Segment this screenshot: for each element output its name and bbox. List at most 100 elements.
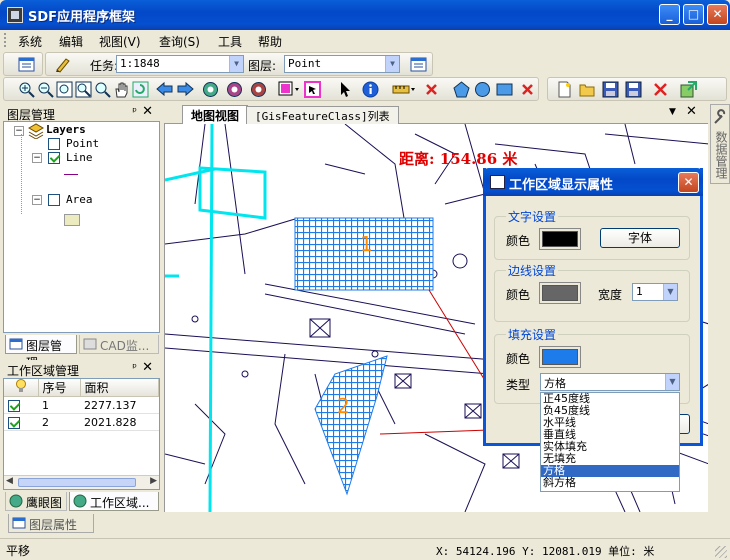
maximize-button[interactable]: □ xyxy=(683,4,704,25)
zoom-out-icon[interactable] xyxy=(37,81,54,98)
new-file-icon[interactable] xyxy=(556,81,573,98)
table-row[interactable]: 2 2021.828 xyxy=(4,413,159,431)
tab-dropdown-icon[interactable]: ▼ xyxy=(669,107,676,117)
tab-eagle-label: 鹰眼图 xyxy=(26,496,63,510)
lightbulb-icon xyxy=(15,379,26,392)
horizontal-scrollbar[interactable]: ◀ ▶ xyxy=(4,475,159,489)
scroll-thumb[interactable] xyxy=(18,478,136,487)
tab-work-area[interactable]: 工作区域... xyxy=(69,492,159,511)
info-icon[interactable] xyxy=(362,81,379,98)
delete-x-icon[interactable] xyxy=(423,81,440,98)
row-area: 2021.828 xyxy=(80,413,159,431)
tree-collapse-icon[interactable]: − xyxy=(32,195,42,205)
delete-shape-icon[interactable] xyxy=(519,81,536,98)
back-arrow-icon[interactable] xyxy=(156,81,173,98)
polygon-icon[interactable] xyxy=(453,81,470,98)
layer-line-checkbox[interactable] xyxy=(48,152,60,164)
left-bottom-tabs: 鹰眼图 工作区域... xyxy=(3,492,161,512)
chevron-down-icon[interactable]: ▼ xyxy=(385,56,399,72)
tab-map-view[interactable]: 地图视图 xyxy=(182,105,249,125)
globe-zoom-icon[interactable] xyxy=(226,81,243,98)
menu-edit[interactable]: 编辑 xyxy=(59,33,83,50)
scroll-right-icon[interactable]: ▶ xyxy=(150,476,157,486)
globe-center-icon[interactable] xyxy=(250,81,267,98)
tab-layer-manager[interactable]: 图层管理 xyxy=(5,335,77,370)
circle-icon[interactable] xyxy=(474,81,491,98)
task-select[interactable]: 1:1848 ▼ xyxy=(116,55,244,73)
forward-arrow-icon[interactable] xyxy=(177,81,194,98)
refresh-icon[interactable] xyxy=(132,81,149,98)
select-box-icon[interactable] xyxy=(304,81,321,98)
menu-help[interactable]: 帮助 xyxy=(258,33,282,50)
rectangle-icon[interactable] xyxy=(496,81,513,98)
pan-hand-icon[interactable] xyxy=(113,81,130,98)
data-manager-side-tab[interactable]: 数据管理 xyxy=(710,104,730,184)
dialog-title-bar: 工作区域显示属性 ✕ xyxy=(483,168,703,196)
tab-cad-monitor[interactable]: CAD监... xyxy=(79,335,159,354)
font-button[interactable]: 字体 xyxy=(600,228,680,248)
pen-icon[interactable] xyxy=(54,56,71,73)
layer-area-checkbox[interactable] xyxy=(48,194,60,206)
work-area-2[interactable] xyxy=(314,355,388,496)
list-item[interactable]: 斜方格 xyxy=(541,477,679,489)
close-panel-icon[interactable]: ✕ xyxy=(142,360,153,375)
area-column-header[interactable]: 面积 xyxy=(80,379,159,397)
text-color-swatch[interactable] xyxy=(542,231,578,247)
save-icon[interactable] xyxy=(602,81,619,98)
close-button[interactable]: ✕ xyxy=(707,4,728,25)
id-column-header[interactable]: 序号 xyxy=(38,379,81,397)
measure-ruler-icon[interactable] xyxy=(392,81,416,98)
tab-feature-list[interactable]: [GisFeatureClass]列表 xyxy=(246,106,399,124)
menu-view[interactable]: 视图(V) xyxy=(99,33,141,50)
open-folder-icon[interactable] xyxy=(579,81,596,98)
layer-select[interactable]: Point ▼ xyxy=(284,55,400,73)
save-as-icon[interactable] xyxy=(625,81,642,98)
minimize-button[interactable]: _ xyxy=(659,4,680,25)
chevron-down-icon[interactable]: ▼ xyxy=(663,284,677,300)
zoom-extent-icon[interactable] xyxy=(56,81,73,98)
table-icon[interactable] xyxy=(410,56,427,73)
scroll-left-icon[interactable]: ◀ xyxy=(6,476,13,486)
fill-color-swatch[interactable] xyxy=(542,349,578,365)
zoom-window-icon[interactable] xyxy=(75,81,92,98)
status-mode: 平移 xyxy=(6,544,31,558)
zoom-full-icon[interactable] xyxy=(94,81,111,98)
fill-type-dropdown-list[interactable]: 正45度线 负45度线 水平线 垂直线 实体填充 无填充 方格 斜方格 xyxy=(540,392,680,492)
visible-column-header[interactable] xyxy=(4,379,39,397)
work-area-table-box: 序号 面积 1 2277.137 2 2021.828 ◀ ▶ xyxy=(3,378,160,490)
tree-collapse-icon[interactable]: − xyxy=(14,126,24,136)
globe-icon[interactable] xyxy=(202,81,219,98)
export-icon[interactable] xyxy=(680,81,697,98)
zoom-in-icon[interactable] xyxy=(18,81,35,98)
select-feature-icon[interactable] xyxy=(278,81,300,98)
list-view-icon[interactable] xyxy=(18,56,35,73)
tab-work-label: 工作区域... xyxy=(90,496,150,510)
row-visible-checkbox[interactable] xyxy=(8,416,20,429)
tree-collapse-icon[interactable]: − xyxy=(32,153,42,163)
border-color-swatch[interactable] xyxy=(542,285,578,301)
width-select[interactable]: 1 ▼ xyxy=(632,283,678,301)
app-icon xyxy=(7,7,23,23)
pin-icon[interactable]: ᵖ xyxy=(132,105,137,118)
delete-icon[interactable] xyxy=(652,81,669,98)
tab-layer-properties[interactable]: 图层属性 xyxy=(8,514,94,533)
resize-grip[interactable] xyxy=(715,546,727,558)
dialog-close-button[interactable]: ✕ xyxy=(678,172,699,193)
close-tab-icon[interactable]: ✕ xyxy=(686,104,697,119)
task-label: 任务: xyxy=(90,59,119,73)
menu-system[interactable]: 系统 xyxy=(18,33,42,50)
chevron-down-icon[interactable]: ▼ xyxy=(665,374,679,390)
menu-tools[interactable]: 工具 xyxy=(218,33,242,50)
fill-type-select[interactable]: 方格 ▼ xyxy=(540,373,680,391)
tab-eagle-eye[interactable]: 鹰眼图 xyxy=(5,492,67,511)
layer-line-label: Line xyxy=(66,151,93,164)
layer-point-checkbox[interactable] xyxy=(48,138,60,150)
chevron-down-icon[interactable]: ▼ xyxy=(229,56,243,72)
menu-query[interactable]: 查询(S) xyxy=(159,33,200,50)
table-row[interactable]: 1 2277.137 xyxy=(4,396,159,414)
close-panel-icon[interactable]: ✕ xyxy=(142,104,153,119)
row-visible-checkbox[interactable] xyxy=(8,399,20,412)
window-title: SDF应用程序框架 xyxy=(28,10,136,25)
pointer-icon[interactable] xyxy=(337,81,354,98)
pin-icon[interactable]: ᵖ xyxy=(132,361,137,374)
